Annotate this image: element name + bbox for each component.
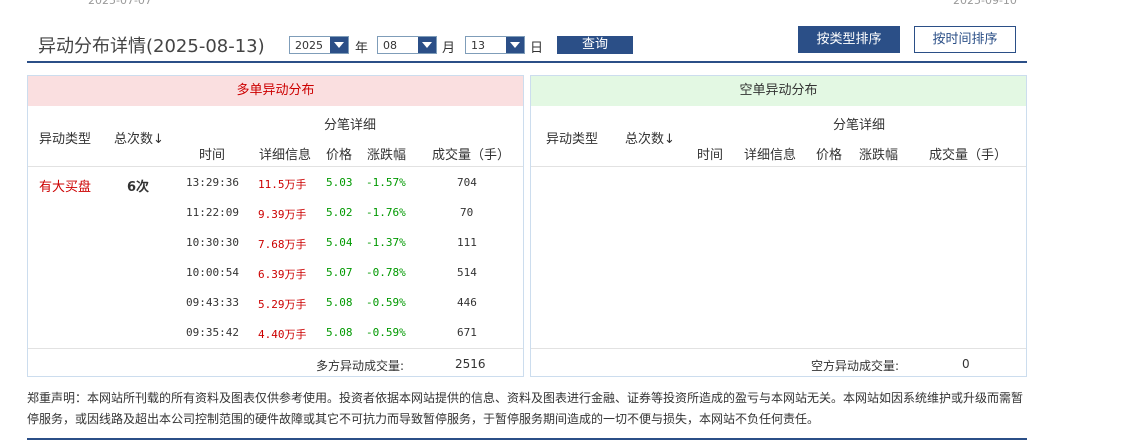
col-total[interactable]: 总次数↓ bbox=[625, 128, 675, 147]
cell-time: 10:30:30 bbox=[186, 236, 239, 249]
cell-time: 11:22:09 bbox=[186, 206, 239, 219]
page-title: 异动分布详情(2025-08-13) bbox=[38, 36, 265, 57]
cell-volume: 671 bbox=[457, 326, 477, 339]
col-total[interactable]: 总次数↓ bbox=[114, 128, 164, 147]
long-rows: 有大买盘 6次 13:29:36 11.5万手 5.03 -1.57% 704 … bbox=[28, 167, 523, 349]
cell-info: 4.40万手 bbox=[258, 328, 307, 341]
day-value: 13 bbox=[471, 39, 485, 52]
cell-price: 5.08 bbox=[326, 296, 353, 309]
cell-volume: 111 bbox=[457, 236, 477, 249]
month-unit: 月 bbox=[442, 41, 456, 56]
col-volume: 成交量（手） bbox=[432, 148, 511, 163]
column-headers: 异动类型 总次数↓ 分笔详细 时间 详细信息 价格 涨跌幅 成交量（手） bbox=[531, 106, 1026, 167]
col-time: 时间 bbox=[697, 148, 724, 163]
table-row: 09:35:42 4.40万手 5.08 -0.59% 671 bbox=[28, 317, 523, 347]
month-value: 08 bbox=[383, 39, 397, 52]
column-headers: 异动类型 总次数↓ 分笔详细 时间 详细信息 价格 涨跌幅 成交量（手） bbox=[28, 106, 523, 167]
month-select[interactable]: 08 bbox=[377, 36, 437, 54]
year-value: 2025 bbox=[295, 39, 323, 52]
table-row: 09:43:33 5.29万手 5.08 -0.59% 446 bbox=[28, 287, 523, 317]
long-footer: 多方异动成交量: 2516 bbox=[28, 349, 523, 379]
clipped-date-right: 2025-09-10 bbox=[953, 0, 1017, 7]
cell-change: -1.37% bbox=[366, 236, 406, 249]
cell-time: 09:35:42 bbox=[186, 326, 239, 339]
sort-by-type-button[interactable]: 按类型排序 bbox=[798, 26, 900, 53]
day-unit: 日 bbox=[530, 41, 544, 56]
cell-volume: 70 bbox=[460, 206, 474, 219]
cell-info: 9.39万手 bbox=[258, 208, 307, 221]
col-detail-group: 分笔详细 bbox=[324, 118, 377, 133]
day-select[interactable]: 13 bbox=[465, 36, 525, 54]
col-change: 涨跌幅 bbox=[367, 148, 407, 163]
cell-change: -0.59% bbox=[366, 296, 406, 309]
table-row: 13:29:36 11.5万手 5.03 -1.57% 704 bbox=[28, 167, 523, 197]
col-info: 详细信息 bbox=[259, 148, 312, 163]
cell-price: 5.08 bbox=[326, 326, 353, 339]
table-row: 10:00:54 6.39万手 5.07 -0.78% 514 bbox=[28, 257, 523, 287]
header-divider bbox=[27, 61, 1027, 63]
col-time: 时间 bbox=[199, 148, 226, 163]
cell-volume: 446 bbox=[457, 296, 477, 309]
col-info: 详细信息 bbox=[744, 148, 797, 163]
disclaimer-text: 郑重声明：本网站所刊载的所有资料及图表仅供参考使用。投资者依据本网站提供的信息、… bbox=[27, 391, 1024, 426]
year-unit: 年 bbox=[355, 41, 369, 56]
col-type: 异动类型 bbox=[39, 132, 92, 147]
chevron-down-icon bbox=[418, 37, 436, 53]
footer-label: 空方异动成交量: bbox=[811, 359, 900, 373]
panel-title: 多单异动分布 bbox=[28, 76, 523, 106]
cell-volume: 704 bbox=[457, 176, 477, 189]
chevron-down-icon bbox=[506, 37, 524, 53]
col-volume: 成交量（手） bbox=[929, 148, 1008, 163]
col-price: 价格 bbox=[816, 148, 843, 163]
cell-price: 5.04 bbox=[326, 236, 353, 249]
cell-volume: 514 bbox=[457, 266, 477, 279]
short-footer: 空方异动成交量: 0 bbox=[531, 349, 1026, 379]
year-select[interactable]: 2025 bbox=[289, 36, 349, 54]
footer-label: 多方异动成交量: bbox=[316, 359, 405, 373]
top-clipped-dates: 2025-07-07 2025-09-10 bbox=[0, 0, 1143, 7]
cell-change: -1.76% bbox=[366, 206, 406, 219]
col-detail-group: 分笔详细 bbox=[833, 118, 886, 133]
footer-value: 0 bbox=[962, 357, 970, 371]
chevron-down-icon bbox=[330, 37, 348, 53]
cell-time: 13:29:36 bbox=[186, 176, 239, 189]
cell-time: 09:43:33 bbox=[186, 296, 239, 309]
col-price: 价格 bbox=[326, 148, 353, 163]
cell-price: 5.02 bbox=[326, 206, 353, 219]
table-row: 10:30:30 7.68万手 5.04 -1.37% 111 bbox=[28, 227, 523, 257]
cell-time: 10:00:54 bbox=[186, 266, 239, 279]
col-change: 涨跌幅 bbox=[859, 148, 899, 163]
clipped-date-left: 2025-07-07 bbox=[88, 0, 152, 7]
footer-divider bbox=[27, 438, 1027, 440]
cell-price: 5.07 bbox=[326, 266, 353, 279]
cell-info: 7.68万手 bbox=[258, 238, 307, 251]
sort-by-time-button[interactable]: 按时间排序 bbox=[914, 26, 1016, 53]
query-button[interactable]: 查询 bbox=[557, 36, 633, 54]
cell-price: 5.03 bbox=[326, 176, 353, 189]
cell-change: -0.59% bbox=[366, 326, 406, 339]
short-distribution-panel: 空单异动分布 异动类型 总次数↓ 分笔详细 时间 详细信息 价格 涨跌幅 成交量… bbox=[530, 75, 1027, 377]
header-bar: 异动分布详情(2025-08-13) 2025 年 08 月 13 日 查询 按… bbox=[27, 26, 1027, 62]
footer-value: 2516 bbox=[455, 357, 486, 371]
cell-change: -0.78% bbox=[366, 266, 406, 279]
cell-change: -1.57% bbox=[366, 176, 406, 189]
table-row: 11:22:09 9.39万手 5.02 -1.76% 70 bbox=[28, 197, 523, 227]
col-type: 异动类型 bbox=[546, 132, 599, 147]
cell-info: 5.29万手 bbox=[258, 298, 307, 311]
short-rows bbox=[531, 167, 1026, 349]
cell-info: 6.39万手 bbox=[258, 268, 307, 281]
panel-title: 空单异动分布 bbox=[531, 76, 1026, 106]
long-distribution-panel: 多单异动分布 异动类型 总次数↓ 分笔详细 时间 详细信息 价格 涨跌幅 成交量… bbox=[27, 75, 524, 377]
cell-info: 11.5万手 bbox=[258, 178, 307, 191]
